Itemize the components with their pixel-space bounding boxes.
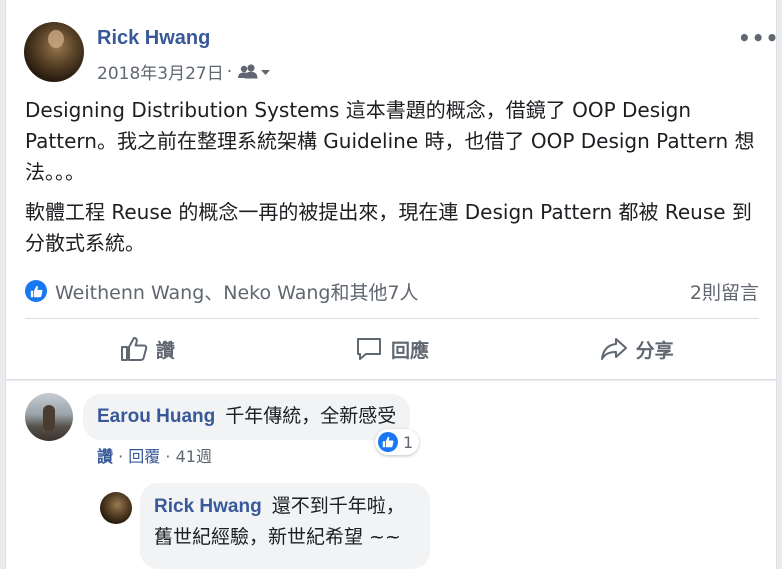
post-actions: 讚 回應 分享 [25,326,759,372]
reply-author-avatar[interactable] [100,492,132,524]
like-icon [378,432,398,452]
like-icon [25,280,47,302]
caret-down-icon [261,69,271,75]
meta-separator: · [226,61,233,82]
comment-like-link[interactable]: 讚 [97,447,113,466]
reply-author[interactable]: Rick Hwang [154,496,262,517]
comments-section: Earou Huang 千年傳統，全新感受 1 讚 · 回覆 · 41週 Ric… [5,381,777,569]
divider [25,318,759,319]
commenter-avatar[interactable] [25,393,73,441]
comment-time[interactable]: 41週 [176,447,212,466]
like-button-label: 讚 [155,339,175,362]
comment-meta: 讚 · 回覆 · 41週 [97,443,212,467]
comment-text: 千年傳統，全新感受 [225,405,397,427]
people-icon[interactable] [237,63,271,81]
reactions-left[interactable]: Weithenn Wang、Neko Wang和其他7人 [25,278,419,305]
reactions-summary: Weithenn Wang、Neko Wang和其他7人 2則留言 [25,277,759,305]
more-options-icon[interactable]: ••• [738,26,779,50]
share-button[interactable]: 分享 [514,326,759,372]
thumbs-up-outline-icon [120,337,148,361]
author-avatar[interactable] [24,22,84,82]
share-arrow-icon [600,338,627,360]
comment-bubble-icon [357,338,381,360]
post-paragraph-2: 軟體工程 Reuse 的概念一再的被提出來，現在連 Design Pattern… [25,200,752,255]
reply-text-line-2: 舊世紀經驗，新世紀希望 ~~ [154,526,401,548]
comment-reaction-count: 1 [403,432,414,452]
reply-text-line-1: 還不到千年啦， [271,495,405,517]
post-date[interactable]: 2018年3月27日 [97,59,224,84]
post-card: Rick Hwang 2018年3月27日 · ••• Designing Di… [5,0,779,380]
post-meta: 2018年3月27日 · [97,59,271,84]
comment-meta-sep: · [118,447,124,466]
share-button-label: 分享 [635,339,674,362]
comment-author[interactable]: Earou Huang [97,406,215,427]
post-paragraph-1: Designing Distribution Systems 這本書題的概念，借… [25,98,755,184]
like-button[interactable]: 讚 [25,326,270,372]
reactions-names[interactable]: Weithenn Wang、Neko Wang和其他7人 [55,278,419,305]
comment-count[interactable]: 2則留言 [690,278,759,305]
comment-reply-link[interactable]: 回覆 [128,447,160,466]
comment-button-label: 回應 [391,339,430,362]
reply-bubble: Rick Hwang 還不到千年啦， 舊世紀經驗，新世紀希望 ~~ [140,483,430,569]
comment-meta-sep: · [165,447,171,466]
comment-bubble: Earou Huang 千年傳統，全新感受 [83,394,411,440]
comment-button[interactable]: 回應 [270,326,515,372]
post-author-name[interactable]: Rick Hwang [97,27,210,50]
comment-reaction-badge[interactable]: 1 [375,429,420,455]
